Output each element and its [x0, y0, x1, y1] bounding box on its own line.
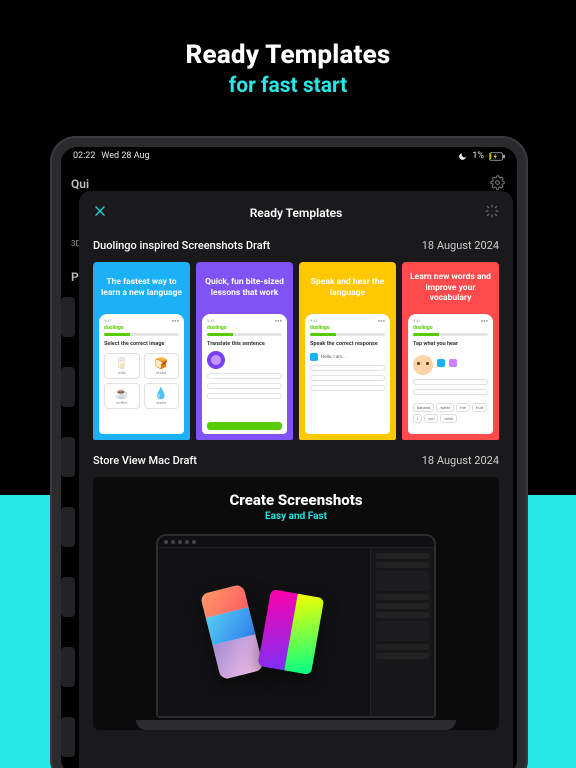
screenshot-caption: Quick, fun bite-sized lessons that work [196, 262, 293, 314]
screenshot-card[interactable]: Speak and hear the language9:41●●● duoli… [299, 262, 396, 440]
inspector-panel [370, 548, 434, 716]
thumb[interactable] [61, 367, 75, 407]
template-date: 18 August 2024 [422, 454, 499, 467]
template-name: Duolingo inspired Screenshots Draft [93, 239, 270, 252]
mac-headline: Create Screenshots [93, 491, 499, 509]
templates-modal: Ready Templates Duolingo inspired Screen… [79, 191, 513, 768]
screenshot-card[interactable]: The fastest way to learn a new language9… [93, 262, 190, 440]
screenshot-caption: Speak and hear the language [299, 262, 396, 314]
thumb[interactable] [61, 717, 75, 757]
template-section-mac[interactable]: Store View Mac Draft 18 August 2024 Crea… [93, 454, 499, 730]
modal-title: Ready Templates [250, 206, 343, 220]
tablet-mockup [258, 589, 325, 675]
thumb[interactable] [61, 507, 75, 547]
screenshot-caption: The fastest way to learn a new language [93, 262, 190, 314]
template-section-duolingo[interactable]: Duolingo inspired Screenshots Draft 18 A… [93, 239, 499, 440]
hero-title: Ready Templates [0, 40, 576, 70]
thumb[interactable] [61, 647, 75, 687]
status-bar: 02:22 Wed 28 Aug 1% [61, 147, 517, 163]
loading-spinner-icon [485, 203, 499, 222]
phone-preview: 9:41●●● duolingo Speak the correct respo… [305, 314, 390, 434]
phone-preview: 9:41●●● duolingo Tap what you hearbanana… [408, 314, 493, 434]
screenshot-card[interactable]: Quick, fun bite-sized lessons that work9… [196, 262, 293, 440]
tablet-screen: 02:22 Wed 28 Aug 1% Qui 3D M Proj [61, 147, 517, 768]
tablet-frame: 02:22 Wed 28 Aug 1% Qui 3D M Proj [50, 136, 528, 768]
template-date: 18 August 2024 [422, 239, 499, 252]
phone-preview: 9:41●●● duolingo Translate this sentence [202, 314, 287, 434]
thumb[interactable] [61, 577, 75, 617]
quick-section-label: Qui [71, 177, 93, 191]
hero-subtitle: for fast start [0, 74, 576, 98]
status-date: Wed 28 Aug [101, 151, 149, 161]
screenshot-card[interactable]: Learn new words and improve your vocabul… [402, 262, 499, 440]
mac-subline: Easy and Fast [93, 511, 499, 522]
mac-preview: Create Screenshots Easy and Fast [93, 477, 499, 730]
template-name: Store View Mac Draft [93, 454, 197, 467]
project-thumbnails [61, 297, 77, 768]
thumb[interactable] [61, 437, 75, 477]
close-icon[interactable] [93, 203, 107, 222]
thumb[interactable] [61, 297, 75, 337]
status-battery: 1% [472, 151, 484, 161]
screenshot-caption: Learn new words and improve your vocabul… [402, 262, 499, 314]
phone-mockup [200, 584, 264, 680]
battery-icon [489, 152, 505, 161]
status-time: 02:22 [73, 151, 95, 161]
laptop-mockup [136, 534, 456, 730]
phone-preview: 9:41●●● duolingo Select the correct imag… [99, 314, 184, 434]
moon-icon [458, 152, 467, 161]
